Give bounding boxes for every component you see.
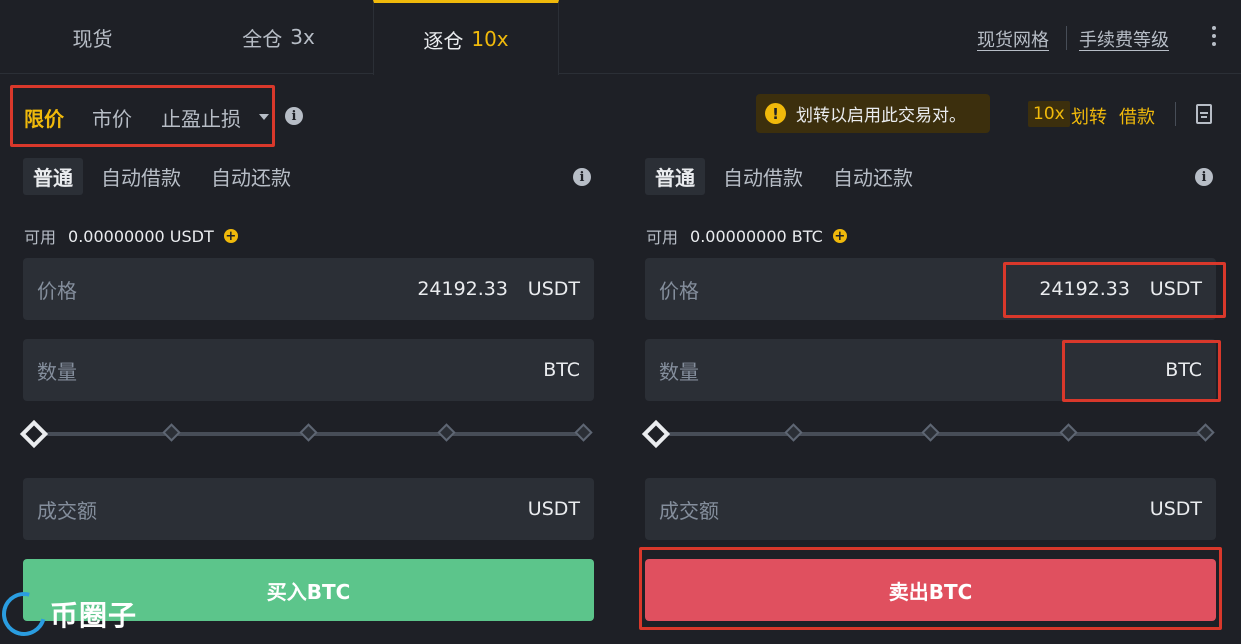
tab-spot[interactable]: 现货: [0, 0, 185, 74]
watermark-logo: 币圈子: [0, 583, 138, 644]
slider-handle[interactable]: [19, 419, 49, 449]
slider-tick-25[interactable]: [784, 423, 803, 442]
slider-tick-75[interactable]: [437, 423, 456, 442]
add-funds-icon[interactable]: +: [223, 229, 238, 243]
tab-label: 逐仓: [423, 28, 464, 53]
sell-mode-normal[interactable]: 普通: [645, 158, 705, 195]
price-unit: USDT: [527, 278, 580, 300]
sell-mode-auto-borrow[interactable]: 自动借款: [723, 158, 803, 195]
total-unit: USDT: [527, 498, 580, 520]
info-icon[interactable]: i: [1195, 168, 1213, 186]
slider-tick-50[interactable]: [921, 423, 940, 442]
spot-grid-link[interactable]: 现货网格: [977, 26, 1049, 52]
available-label: 可用: [646, 228, 679, 247]
price-highlight: [1003, 262, 1226, 318]
slider-tick-100[interactable]: [1196, 423, 1215, 442]
sell-total-input[interactable]: 成交额 USDT: [645, 478, 1216, 540]
tab-multiplier: 10x: [471, 27, 509, 51]
slider-tick-75[interactable]: [1059, 423, 1078, 442]
quantity-label: 数量: [659, 359, 699, 384]
divider: [1066, 26, 1067, 50]
order-type-market[interactable]: 市价: [92, 103, 132, 132]
quantity-label: 数量: [37, 359, 77, 384]
tab-multiplier: 3x: [290, 25, 315, 49]
tab-isolated-margin[interactable]: 逐仓 10x: [373, 0, 559, 75]
available-value: 0.00000000 USDT: [68, 226, 214, 246]
logo-text: 币圈子: [50, 599, 138, 632]
tab-label: 现货: [72, 26, 113, 51]
slider-tick-50[interactable]: [299, 423, 318, 442]
buy-total-input[interactable]: 成交额 USDT: [23, 478, 594, 540]
buy-price-input[interactable]: 价格 24192.33 USDT: [23, 258, 594, 320]
warning-icon: !: [765, 103, 786, 124]
buy-quantity-input[interactable]: 数量 BTC: [23, 339, 594, 401]
transfer-link[interactable]: 划转: [1071, 103, 1107, 129]
buy-mode-auto-borrow[interactable]: 自动借款: [101, 158, 181, 195]
sell-available: 可用 0.00000000 BTC +: [646, 224, 847, 248]
total-label: 成交额: [659, 498, 719, 523]
quantity-highlight: [1062, 340, 1221, 402]
info-icon[interactable]: i: [285, 107, 303, 125]
available-label: 可用: [24, 228, 57, 247]
price-label: 价格: [659, 278, 699, 303]
calculator-icon[interactable]: [1196, 104, 1212, 124]
total-label: 成交额: [37, 498, 97, 523]
tab-label: 全仓: [242, 26, 283, 51]
slider-tick-100[interactable]: [574, 423, 593, 442]
available-value: 0.00000000 BTC: [690, 226, 823, 246]
order-type-stop-limit[interactable]: 止盈止损: [161, 103, 241, 132]
sell-mode-auto-repay[interactable]: 自动还款: [833, 158, 913, 195]
slider-handle[interactable]: [641, 419, 671, 449]
buy-available: 可用 0.00000000 USDT +: [24, 224, 238, 248]
info-icon[interactable]: i: [573, 168, 591, 186]
leverage-badge: 10x: [1028, 101, 1070, 127]
price-label: 价格: [37, 278, 77, 303]
quantity-unit: BTC: [543, 359, 580, 381]
divider: [1175, 102, 1176, 126]
add-funds-icon[interactable]: +: [832, 229, 847, 243]
chevron-down-icon[interactable]: [259, 114, 269, 120]
slider-tick-25[interactable]: [162, 423, 181, 442]
sell-btc-button[interactable]: 卖出BTC: [645, 559, 1216, 621]
price-value[interactable]: 24192.33: [417, 258, 508, 320]
total-unit: USDT: [1149, 498, 1202, 520]
order-type-limit[interactable]: 限价: [24, 103, 64, 132]
buy-mode-auto-repay[interactable]: 自动还款: [211, 158, 291, 195]
fee-level-link[interactable]: 手续费等级: [1079, 26, 1169, 52]
logo-icon: [0, 583, 55, 644]
tab-cross-margin[interactable]: 全仓 3x: [185, 0, 372, 74]
more-menu-icon[interactable]: [1211, 26, 1217, 46]
notice-text: 划转以启用此交易对。: [796, 106, 966, 126]
buy-mode-normal[interactable]: 普通: [23, 158, 83, 195]
borrow-link[interactable]: 借款: [1119, 103, 1155, 129]
transfer-notice: ! 划转以启用此交易对。: [756, 94, 990, 133]
